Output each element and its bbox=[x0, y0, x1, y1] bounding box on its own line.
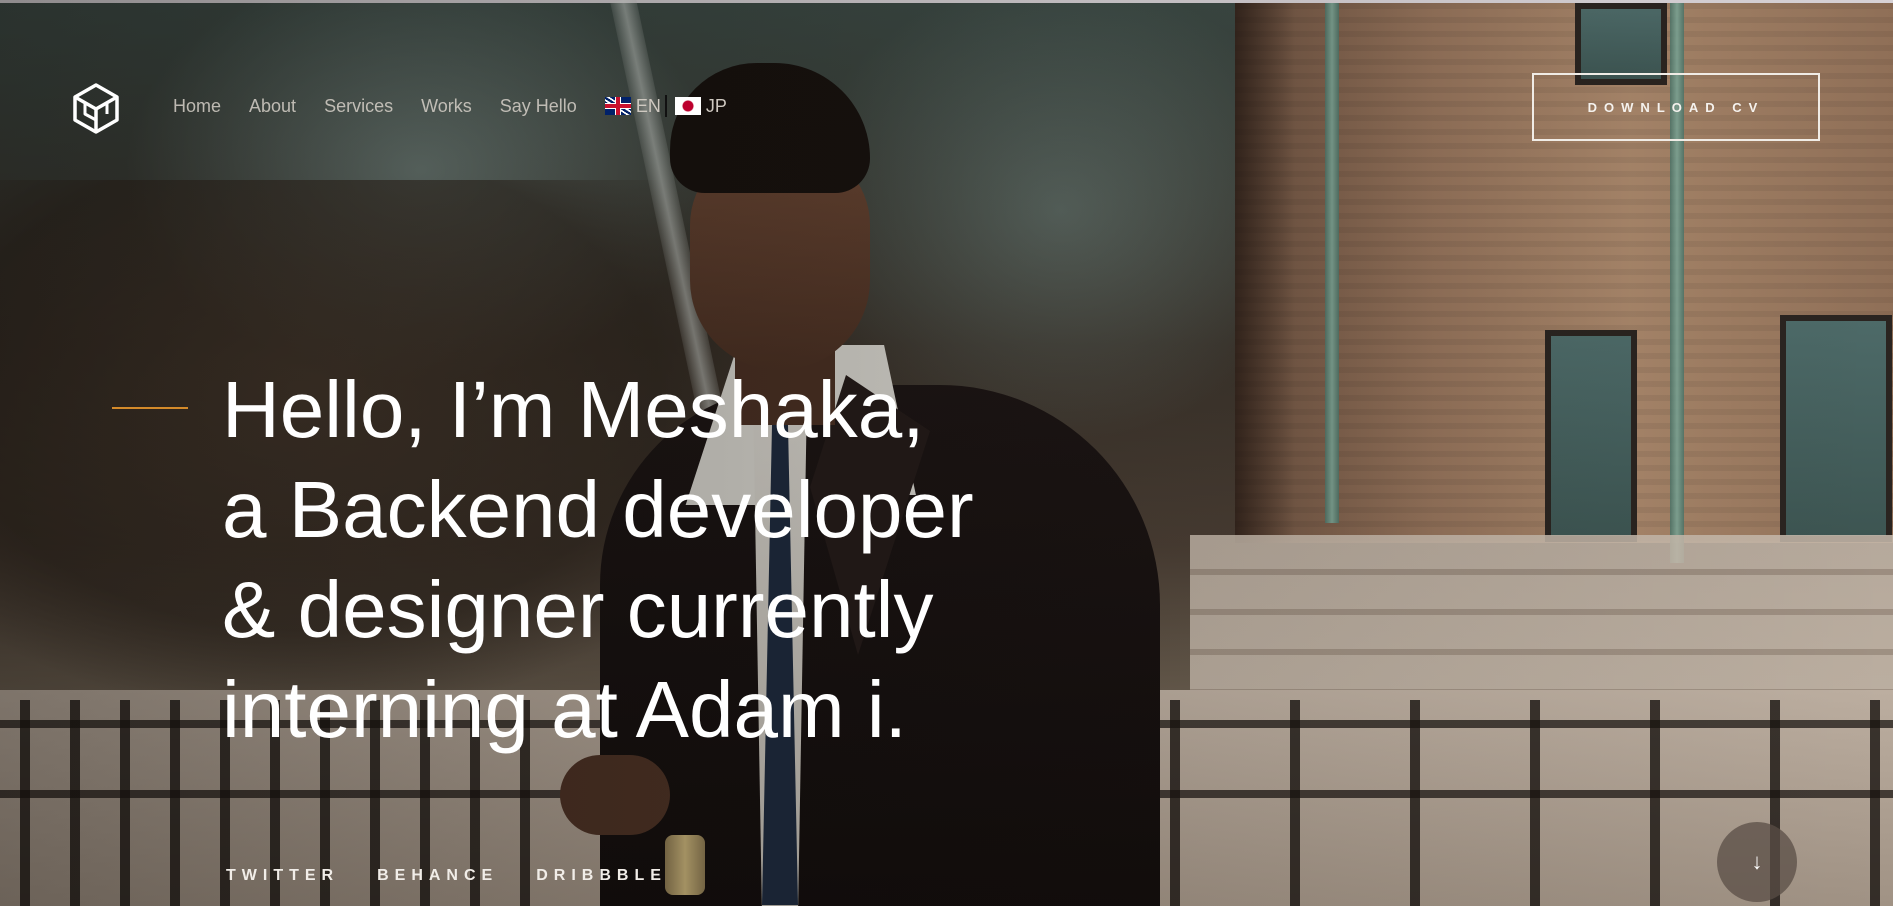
headline-line-1: Hello, I’m Meshaka, bbox=[222, 365, 925, 454]
nav-works[interactable]: Works bbox=[421, 96, 472, 117]
hero-section: Home About Services Works Say Hello EN J… bbox=[0, 0, 1893, 906]
japan-flag-icon[interactable] bbox=[674, 97, 701, 115]
behance-link[interactable]: BEHANCE bbox=[377, 867, 498, 885]
arrow-down-icon: ↓ bbox=[1751, 849, 1763, 874]
lang-divider bbox=[664, 95, 667, 117]
uk-flag-icon[interactable] bbox=[604, 97, 631, 115]
social-links: TWITTER BEHANCE DRIBBBLE bbox=[226, 867, 705, 885]
nav-home[interactable]: Home bbox=[173, 96, 221, 117]
hero-headline: Hello, I’m Meshaka, a Backend developer … bbox=[222, 360, 1122, 760]
scroll-down-button[interactable]: ↓ bbox=[1717, 822, 1797, 902]
nav-services[interactable]: Services bbox=[324, 96, 393, 117]
headline-line-4: interning at Adam i. bbox=[222, 665, 907, 754]
language-switcher: EN JP bbox=[604, 95, 727, 117]
headline-line-2: a Backend developer bbox=[222, 465, 974, 554]
download-cv-button[interactable]: DOWNLOAD CV bbox=[1532, 73, 1820, 141]
lang-jp[interactable]: JP bbox=[706, 96, 727, 117]
accent-line bbox=[112, 407, 188, 409]
nav-say-hello[interactable]: Say Hello bbox=[500, 96, 577, 117]
main-nav: Home About Services Works Say Hello EN J… bbox=[173, 95, 727, 117]
twitter-link[interactable]: TWITTER bbox=[226, 867, 339, 885]
dribbble-link[interactable]: DRIBBBLE bbox=[536, 867, 667, 885]
nav-about[interactable]: About bbox=[249, 96, 296, 117]
cube-logo-icon[interactable] bbox=[70, 82, 122, 134]
lang-en[interactable]: EN bbox=[636, 96, 661, 117]
headline-line-3: & designer currently bbox=[222, 565, 934, 654]
